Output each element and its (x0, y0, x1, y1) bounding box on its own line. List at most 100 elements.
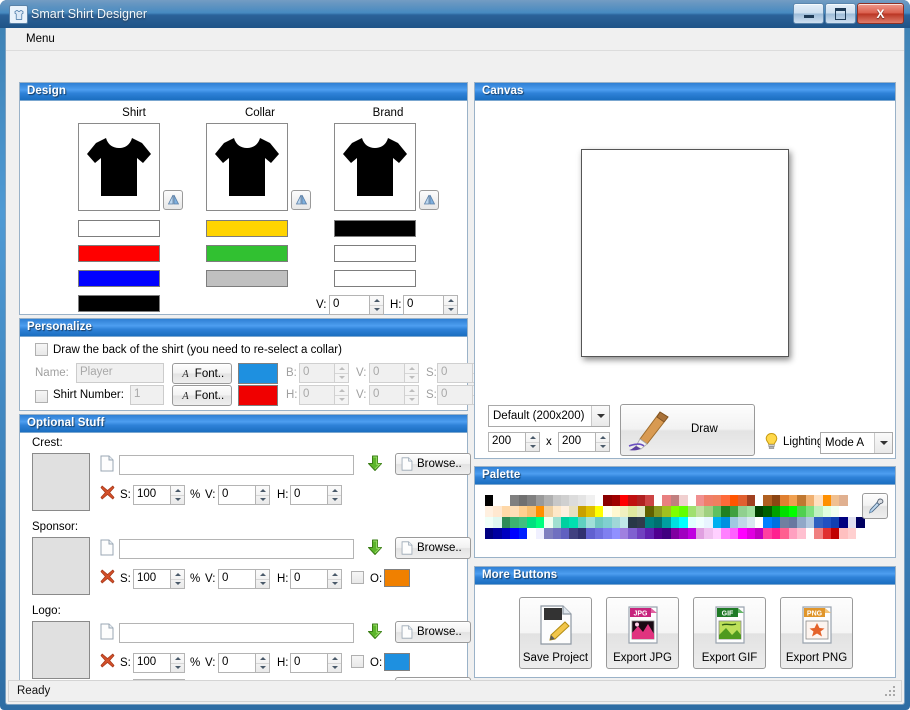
spinner-down-icon[interactable] (256, 580, 269, 589)
palette-swatch[interactable] (746, 495, 755, 506)
sponsor-h-spinner[interactable]: 0 (290, 569, 342, 589)
palette-swatch[interactable] (501, 506, 511, 517)
palette-swatch[interactable] (856, 528, 865, 539)
palette-swatch[interactable] (653, 495, 663, 506)
resize-grip[interactable] (885, 686, 897, 698)
crest-load-arrow-icon[interactable] (367, 455, 383, 472)
logo-load-arrow-icon[interactable] (367, 623, 383, 640)
maximize-button[interactable] (825, 3, 856, 24)
collar-color-swatch-2[interactable] (206, 270, 288, 287)
palette-swatch[interactable] (687, 528, 696, 539)
spinner-up-icon[interactable] (405, 364, 418, 374)
palette-swatch[interactable] (653, 506, 663, 517)
number-v-spin-buttons[interactable] (404, 385, 419, 405)
palette-swatch[interactable] (636, 517, 646, 528)
palette-swatch[interactable] (755, 528, 764, 539)
palette-swatch[interactable] (830, 517, 840, 528)
palette-swatch[interactable] (839, 528, 848, 539)
palette-swatch[interactable] (670, 528, 680, 539)
crest-scale-spinner[interactable]: 100 (133, 485, 185, 505)
palette-swatch[interactable] (847, 506, 857, 517)
spinner-down-icon[interactable] (328, 496, 341, 505)
brand-v-spinner[interactable]: 0 (329, 295, 384, 315)
palette-swatch[interactable] (679, 495, 688, 506)
palette-swatch[interactable] (501, 495, 511, 506)
palette-swatch[interactable] (771, 506, 781, 517)
palette-swatch[interactable] (603, 495, 612, 506)
palette-swatch[interactable] (814, 506, 823, 517)
number-h-value[interactable]: 0 (299, 385, 334, 405)
brand-flip-button[interactable] (419, 190, 439, 210)
spinner-up-icon[interactable] (328, 570, 341, 580)
palette-swatch[interactable] (788, 528, 798, 539)
spinner-up-icon[interactable] (328, 654, 341, 664)
palette-swatch[interactable] (814, 517, 823, 528)
export-jpg-button[interactable]: JPG Export JPG (606, 597, 679, 669)
palette-swatch[interactable] (729, 517, 739, 528)
logo-h-spinner[interactable]: 0 (290, 653, 342, 673)
palette-swatch[interactable] (830, 495, 840, 506)
spinner-up-icon[interactable] (444, 296, 457, 306)
crest-scale-spin-buttons[interactable] (170, 485, 185, 505)
palette-swatch[interactable] (830, 528, 840, 539)
close-button[interactable]: X (857, 3, 904, 24)
number-color-swatch[interactable] (238, 385, 278, 406)
palette-swatch[interactable] (771, 528, 781, 539)
sponsor-scale-spin-buttons[interactable] (170, 569, 185, 589)
palette-swatch[interactable] (510, 528, 519, 539)
spinner-up-icon[interactable] (526, 433, 539, 443)
brand-color-swatch-2[interactable] (334, 270, 416, 287)
spinner-down-icon[interactable] (256, 664, 269, 673)
sponsor-preview[interactable] (32, 537, 90, 595)
palette-swatch[interactable] (771, 517, 781, 528)
palette-swatch[interactable] (611, 506, 620, 517)
export-png-button[interactable]: PNG Export PNG (780, 597, 853, 669)
palette-swatch[interactable] (679, 506, 688, 517)
palette-swatch[interactable] (586, 517, 595, 528)
palette-swatch[interactable] (527, 506, 536, 517)
palette-swatch[interactable] (687, 495, 696, 506)
menu-item-menu[interactable]: Menu (20, 31, 61, 47)
sponsor-outline-color-swatch[interactable] (384, 569, 410, 587)
palette-swatch[interactable] (552, 528, 561, 539)
logo-v-spin-buttons[interactable] (255, 653, 270, 673)
palette-swatch[interactable] (712, 517, 722, 528)
palette-swatch[interactable] (645, 528, 654, 539)
brand-h-value[interactable]: 0 (403, 295, 443, 315)
brand-color-swatch-1[interactable] (334, 245, 416, 262)
palette-swatch[interactable] (797, 495, 806, 506)
number-s-value[interactable]: 0 (437, 385, 472, 405)
palette-swatch[interactable] (822, 506, 831, 517)
palette-swatch[interactable] (620, 495, 629, 506)
palette-swatch[interactable] (493, 517, 502, 528)
palette-swatch[interactable] (814, 495, 823, 506)
sponsor-outline-checkbox[interactable] (351, 571, 364, 584)
canvas-height-spin-buttons[interactable] (595, 432, 610, 452)
sponsor-path-input[interactable] (119, 539, 354, 559)
palette-swatch[interactable] (704, 506, 713, 517)
palette-swatch[interactable] (704, 528, 713, 539)
name-s-value[interactable]: 0 (437, 363, 472, 383)
crest-h-spinner[interactable]: 0 (290, 485, 342, 505)
palette-swatch[interactable] (695, 517, 705, 528)
palette-swatch[interactable] (510, 495, 519, 506)
palette-swatch[interactable] (594, 528, 604, 539)
logo-remove-icon[interactable] (100, 653, 115, 668)
palette-swatch[interactable] (535, 517, 545, 528)
palette-swatch[interactable] (535, 506, 545, 517)
palette-swatch[interactable] (628, 528, 637, 539)
spinner-up-icon[interactable] (335, 386, 348, 396)
crest-v-spinner[interactable]: 0 (218, 485, 270, 505)
palette-swatch[interactable] (712, 506, 722, 517)
spinner-down-icon[interactable] (526, 443, 539, 452)
logo-v-spinner[interactable]: 0 (218, 653, 270, 673)
name-v-value[interactable]: 0 (369, 363, 404, 383)
palette-swatch[interactable] (670, 506, 680, 517)
palette-swatch[interactable] (594, 495, 604, 506)
palette-swatch[interactable] (560, 495, 570, 506)
palette-swatch[interactable] (814, 528, 823, 539)
name-b-spinner[interactable]: 0 (299, 363, 349, 383)
palette-swatch[interactable] (544, 495, 553, 506)
palette-swatch[interactable] (738, 517, 747, 528)
palette-swatch[interactable] (729, 528, 739, 539)
